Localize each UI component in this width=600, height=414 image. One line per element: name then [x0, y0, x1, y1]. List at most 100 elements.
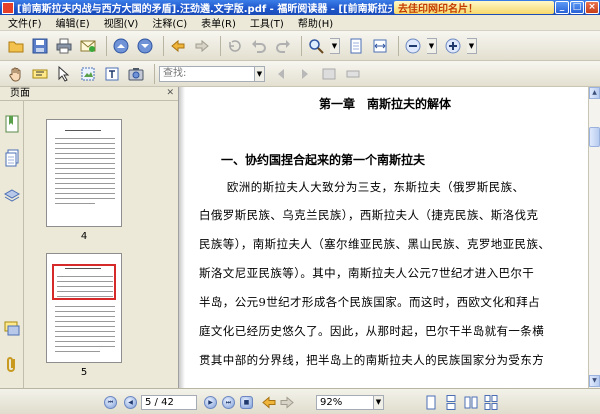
first-page-button[interactable]: ⏮ — [104, 396, 117, 409]
app-icon — [2, 1, 14, 14]
redo-button[interactable] — [273, 36, 293, 56]
document-view[interactable]: 第一章 南斯拉夫的解体 一、协约国捏合起来的第一个南斯拉夫 欧洲的斯拉夫人大致分… — [178, 87, 588, 388]
snapshot-button[interactable] — [78, 64, 98, 84]
find-all-button[interactable] — [319, 64, 339, 84]
maximize-button[interactable]: □ — [570, 1, 584, 14]
folder-open-icon — [8, 41, 24, 52]
menu-comment[interactable]: 注释(C) — [152, 15, 187, 30]
open-button[interactable] — [6, 36, 26, 56]
facing-pages-icon[interactable] — [464, 395, 478, 410]
toolbar-separator — [163, 35, 164, 56]
back-button[interactable] — [168, 36, 188, 56]
find-next-button[interactable] — [295, 64, 315, 84]
zoom-in-dropdown[interactable]: ▼ — [467, 37, 477, 54]
zoom-out-dropdown[interactable]: ▼ — [427, 37, 437, 54]
hand-icon — [9, 67, 21, 81]
pdf-page: 第一章 南斯拉夫的解体 一、协约国捏合起来的第一个南斯拉夫 欧洲的斯拉夫人大致分… — [185, 87, 587, 388]
layers-icon[interactable] — [4, 187, 20, 205]
highlight-icon — [346, 70, 360, 77]
scroll-down-button[interactable]: ▼ — [589, 375, 600, 387]
undo-button[interactable] — [249, 36, 269, 56]
minimize-button[interactable]: _ — [555, 1, 569, 14]
document-scrollbar[interactable]: ▲ ▼ — [588, 87, 600, 388]
zoom-tool-button[interactable] — [306, 36, 326, 56]
menu-file[interactable]: 文件(F) — [8, 15, 42, 30]
find-previous-icon — [278, 68, 284, 79]
last-view-button[interactable]: ■ — [240, 396, 253, 409]
zoom-in-icon — [445, 38, 461, 53]
scroll-thumb[interactable] — [589, 127, 600, 147]
image-button[interactable] — [126, 64, 146, 84]
menu-help[interactable]: 帮助(H) — [298, 15, 333, 30]
pages-panel-header: 页面 ✕ — [0, 87, 178, 101]
section-title: 一、协约国捏合起来的第一个南斯拉夫 — [221, 153, 426, 167]
single-page-icon[interactable] — [424, 395, 438, 410]
fit-page-button[interactable] — [346, 36, 366, 56]
comments-icon[interactable] — [4, 319, 20, 337]
menu-edit[interactable]: 编辑(E) — [56, 15, 90, 30]
fit-width-button[interactable] — [370, 36, 390, 56]
rotate-left-button[interactable] — [225, 36, 245, 56]
save-icon — [32, 38, 48, 53]
find-previous-button[interactable] — [271, 64, 291, 84]
zoom-tool-dropdown[interactable]: ▼ — [330, 37, 340, 54]
continuous-page-icon[interactable] — [444, 395, 458, 410]
cursor-arrow-icon — [58, 65, 70, 82]
ad-banner[interactable]: 去佳印网印名片！ — [394, 1, 554, 14]
toolbar-separator — [301, 35, 302, 56]
email-button[interactable] — [78, 36, 98, 56]
page-number-input[interactable]: 5 / 42 — [141, 395, 197, 410]
printer-icon — [56, 38, 72, 53]
text-select-icon — [32, 69, 48, 78]
menu-form[interactable]: 表单(R) — [201, 15, 236, 30]
forward-button[interactable] — [192, 36, 212, 56]
text-select-button[interactable] — [30, 64, 50, 84]
menu-tools[interactable]: 工具(T) — [250, 15, 284, 30]
fit-page-icon — [350, 38, 362, 53]
redo-icon — [276, 39, 290, 53]
typewriter-icon — [105, 67, 119, 80]
magnifier-icon — [309, 38, 324, 54]
next-page-button[interactable] — [135, 36, 155, 56]
scroll-up-button[interactable]: ▲ — [589, 87, 600, 99]
hand-tool-button[interactable] — [6, 64, 26, 84]
pages-icon[interactable] — [4, 149, 20, 167]
prev-page-button[interactable]: ◀ — [124, 396, 137, 409]
page-thumbnail-5[interactable] — [46, 253, 122, 363]
last-page-button[interactable]: ⏭ — [222, 396, 235, 409]
zoom-level-dropdown[interactable]: ▼ — [374, 395, 384, 410]
search-input[interactable] — [159, 65, 255, 82]
close-button[interactable]: × — [585, 1, 599, 14]
print-button[interactable] — [54, 36, 74, 56]
next-page-status-button[interactable]: ▶ — [204, 396, 217, 409]
typewriter-button[interactable] — [102, 64, 122, 84]
find-all-icon — [322, 68, 336, 79]
page-thumbnail-4[interactable] — [46, 119, 122, 227]
fit-width-icon — [373, 39, 387, 52]
zoom-out-button[interactable] — [403, 36, 423, 56]
attachment-icon[interactable] — [4, 355, 20, 373]
select-tool-button[interactable] — [54, 64, 74, 84]
menu-view[interactable]: 视图(V) — [104, 15, 139, 30]
close-icon[interactable]: ✕ — [166, 87, 174, 100]
continuous-facing-icon[interactable] — [484, 395, 498, 410]
arrow-up-circle-icon — [113, 38, 129, 53]
zoom-level-input[interactable]: 92% — [316, 395, 374, 410]
rotate-left-icon — [229, 39, 241, 52]
text-line: 庭文化已经历史悠久了。因此，从那时起，巴尔干半岛就有一条横 — [199, 324, 545, 338]
menu-bar: 文件(F) 编辑(E) 视图(V) 注释(C) 表单(R) 工具(T) 帮助(H… — [0, 15, 600, 31]
previous-page-button[interactable] — [111, 36, 131, 56]
forward-view-icon[interactable] — [280, 396, 294, 409]
text-line: 白俄罗斯民族、乌克兰民族），西斯拉夫人（捷克民族、斯洛伐克 — [199, 208, 539, 222]
text-line: 贯其中部的分界线，把半岛上的南斯拉夫人的民族国家分为受东方 — [199, 353, 545, 367]
zoom-in-button[interactable] — [443, 36, 463, 56]
highlight-button[interactable] — [343, 64, 363, 84]
save-button[interactable] — [30, 36, 50, 56]
visible-area-box[interactable] — [52, 264, 116, 300]
search-dropdown[interactable]: ▼ — [255, 65, 265, 82]
find-next-icon — [302, 68, 308, 79]
zoom-out-icon — [405, 38, 421, 53]
back-view-icon[interactable] — [262, 396, 276, 409]
toolbar-separator — [106, 35, 107, 56]
bookmark-icon[interactable] — [4, 115, 20, 133]
